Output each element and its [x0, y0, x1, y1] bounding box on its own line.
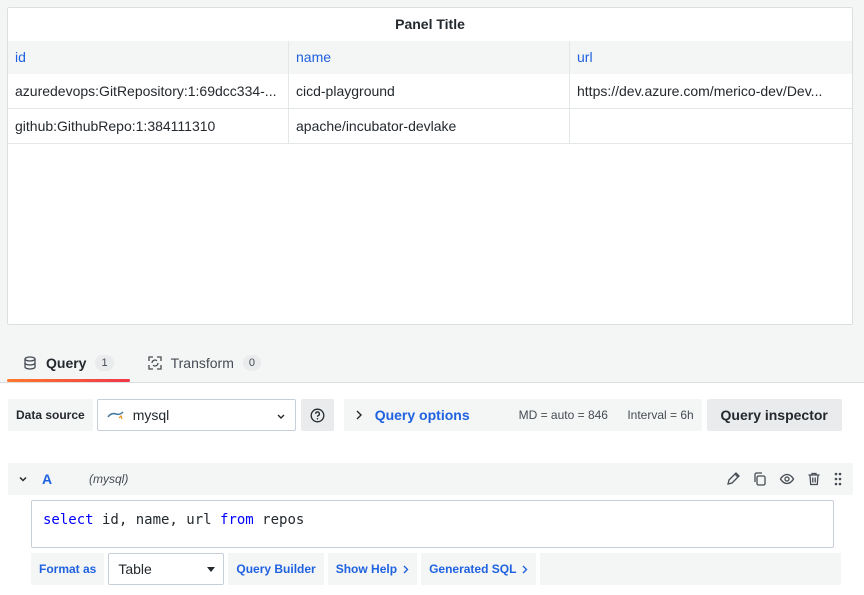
chevron-right-icon: [403, 565, 409, 574]
caret-down-icon: [207, 567, 216, 572]
table-cell: azuredevops:GitRepository:1:69dcc334-...: [8, 74, 289, 108]
chevron-down-icon: [19, 476, 27, 482]
sql-code-editor[interactable]: select id, name, url from repos: [31, 500, 834, 548]
tab-query[interactable]: Query 1: [7, 344, 130, 382]
chevron-down-icon: [276, 411, 286, 421]
question-circle-icon: [310, 408, 325, 423]
tab-query-label: Query: [46, 355, 87, 371]
chevron-right-icon: [355, 410, 363, 420]
query-builder-button[interactable]: Query Builder: [228, 553, 324, 585]
query-row-header: A (mysql): [8, 463, 853, 495]
format-value: Table: [118, 561, 152, 577]
interval-value: Interval = 6h: [627, 408, 694, 422]
datasource-picker[interactable]: mysql: [96, 399, 296, 431]
table-cell: https://dev.azure.com/merico-dev/Dev...: [577, 83, 823, 99]
format-select[interactable]: Table: [108, 553, 225, 585]
tab-transform[interactable]: Transform 0: [132, 344, 277, 382]
show-help-button[interactable]: Show Help: [327, 553, 418, 585]
datasource-row: Data source mysql Query options MD = aut…: [8, 399, 842, 431]
query-options-meta: MD = auto = 846 Interval = 6h: [519, 408, 694, 422]
query-ref-id[interactable]: A: [42, 471, 89, 487]
transform-icon: [147, 356, 162, 370]
datasource-value: mysql: [132, 407, 170, 423]
trash-icon[interactable]: [806, 471, 822, 487]
panel: Panel Title id name url azuredevops:GitR…: [7, 7, 853, 325]
table-row: azuredevops:GitRepository:1:69dcc334-...…: [8, 74, 852, 109]
column-header-id[interactable]: id: [8, 41, 289, 74]
datasource-help-button[interactable]: [300, 399, 334, 431]
column-header-url[interactable]: url: [570, 41, 852, 74]
sql-keyword: select: [43, 512, 94, 528]
tab-query-count: 1: [95, 355, 114, 371]
collapse-query-button[interactable]: [18, 474, 28, 484]
eye-icon[interactable]: [779, 471, 795, 487]
table-cell: github:GithubRepo:1:384111310: [8, 109, 289, 143]
tab-transform-count: 0: [242, 355, 261, 371]
generated-sql-label: Generated SQL: [429, 562, 517, 576]
sql-text: repos: [253, 512, 305, 528]
table-cell: cicd-playground: [289, 74, 570, 108]
mysql-logo-icon: [107, 410, 125, 420]
table-header: id name url: [8, 41, 852, 74]
results-table: id name url azuredevops:GitRepository:1:…: [8, 41, 852, 144]
chevron-right-icon: [522, 565, 528, 574]
table-cell: [570, 109, 852, 143]
sql-text: id, name, url: [93, 512, 221, 528]
query-datasource-name: (mysql): [89, 472, 129, 486]
database-icon: [23, 356, 37, 370]
format-as-label: Format as: [31, 553, 105, 585]
table-row: github:GithubRepo:1:384111310 apache/inc…: [8, 109, 852, 144]
drag-handle-icon[interactable]: [833, 471, 843, 487]
edit-icon[interactable]: [725, 471, 741, 487]
query-options-toggle[interactable]: Query options MD = auto = 846 Interval =…: [343, 399, 702, 431]
editor-tabs: Query 1 Transform 0: [7, 344, 277, 382]
max-data-points: MD = auto = 846: [518, 408, 608, 422]
query-builder-label: Query Builder: [236, 562, 316, 576]
tab-transform-label: Transform: [170, 355, 234, 371]
datasource-label: Data source: [8, 399, 93, 431]
duplicate-icon[interactable]: [752, 471, 768, 487]
table-cell: apache/incubator-devlake: [289, 109, 570, 143]
panel-title[interactable]: Panel Title: [8, 8, 852, 41]
sql-keyword: from: [220, 512, 254, 528]
query-inspector-button[interactable]: Query inspector: [706, 399, 842, 431]
show-help-label: Show Help: [335, 562, 398, 576]
generated-sql-button[interactable]: Generated SQL: [421, 553, 537, 585]
query-options-label: Query options: [374, 407, 470, 423]
toolbar-filler: [540, 553, 842, 585]
query-row-actions: [714, 471, 843, 487]
query-toolbar: Format as Table Query Builder Show Help …: [31, 553, 842, 585]
column-header-name[interactable]: name: [289, 41, 570, 74]
